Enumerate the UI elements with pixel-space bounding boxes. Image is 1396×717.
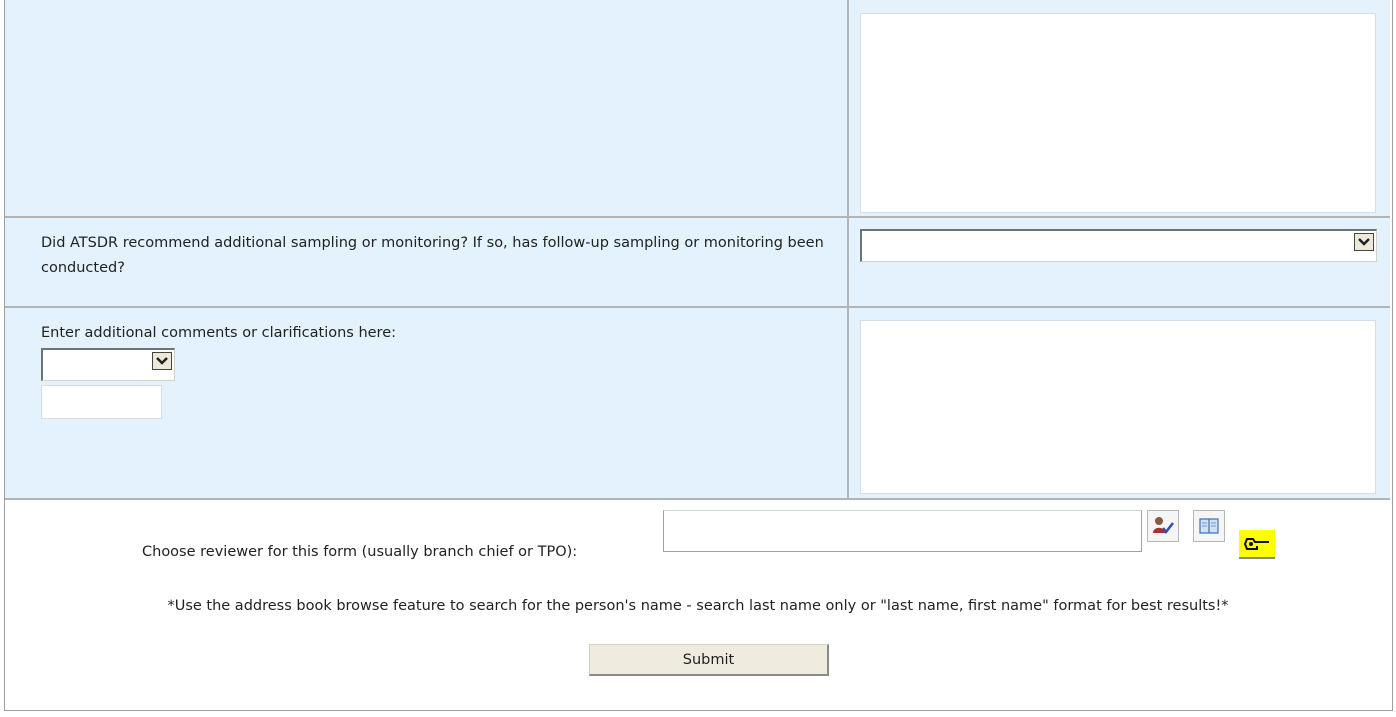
reviewer-label: Choose reviewer for this form (usually b… bbox=[142, 544, 578, 560]
row-divider bbox=[5, 306, 1390, 308]
row1-answer-textarea[interactable] bbox=[860, 13, 1376, 213]
row1-left-cell bbox=[5, 0, 847, 216]
sampling-answer-select[interactable] bbox=[860, 229, 1377, 262]
address-book-hint: *Use the address book browse feature to … bbox=[167, 598, 1229, 614]
comments-textarea[interactable] bbox=[860, 320, 1376, 494]
comments-small-input[interactable] bbox=[41, 385, 162, 419]
column-divider bbox=[847, 0, 849, 500]
sampling-question-label: Did ATSDR recommend additional sampling … bbox=[41, 235, 824, 276]
submit-button[interactable]: Submit bbox=[589, 644, 829, 676]
address-book-icon[interactable] bbox=[1193, 510, 1225, 542]
comments-type-select[interactable] bbox=[41, 348, 175, 381]
check-names-icon[interactable] bbox=[1147, 510, 1179, 542]
chevron-down-icon[interactable] bbox=[1354, 233, 1374, 251]
chevron-down-icon[interactable] bbox=[152, 352, 172, 370]
reviewer-input[interactable] bbox=[663, 510, 1142, 552]
row-divider bbox=[5, 216, 1390, 218]
pointing-hand-icon[interactable] bbox=[1239, 530, 1275, 559]
row-divider bbox=[5, 498, 1390, 500]
comments-label: Enter additional comments or clarificati… bbox=[41, 325, 397, 341]
